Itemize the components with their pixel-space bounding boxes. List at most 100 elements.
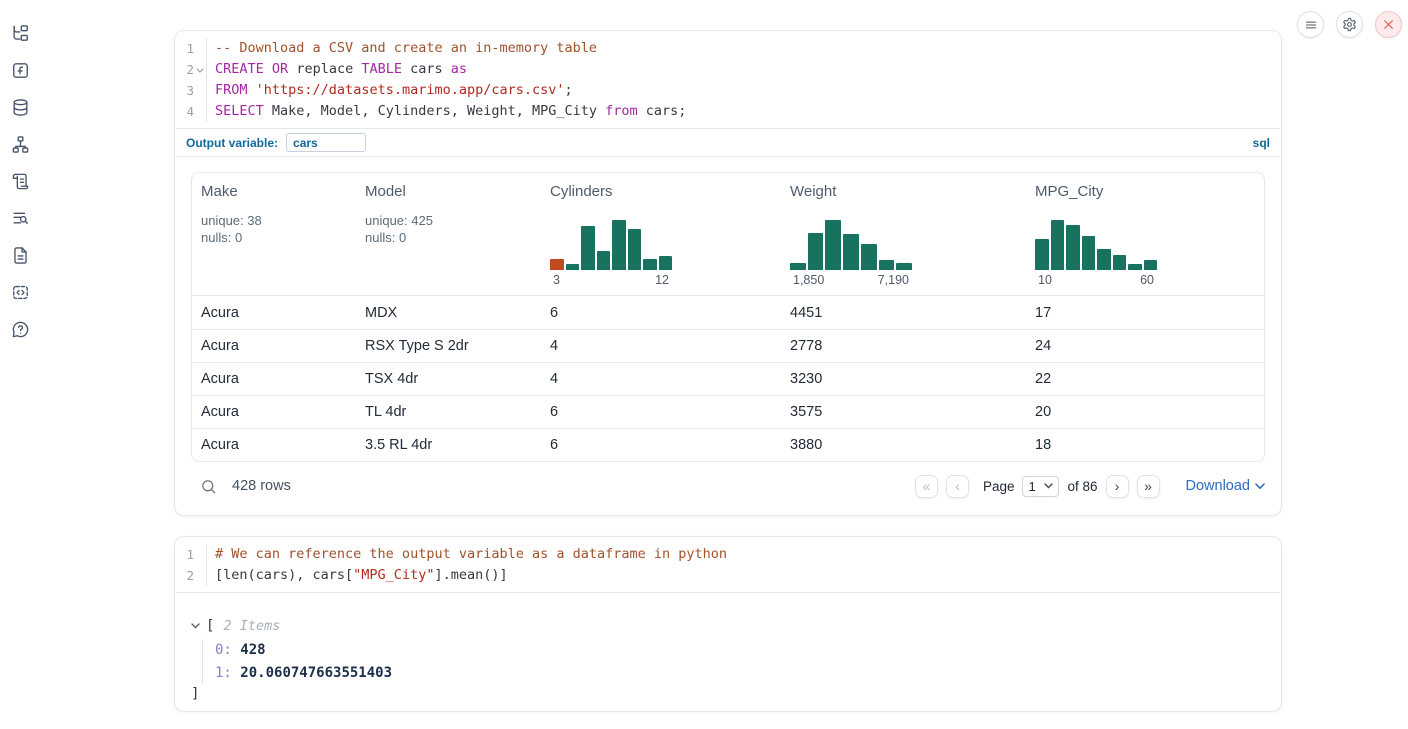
table-cell: TL 4dr bbox=[356, 404, 541, 420]
table-cell: 17 bbox=[1026, 305, 1264, 321]
code-line[interactable]: 2[len(cars), cars["MPG_City"].mean()] bbox=[175, 565, 1281, 586]
column-histogram[interactable] bbox=[1035, 220, 1157, 270]
page-select[interactable]: 1 bbox=[1022, 476, 1059, 497]
summary-stat: unique: 425 bbox=[365, 212, 533, 229]
output-variable-row: Output variable: sql bbox=[175, 128, 1281, 157]
table-cell: Acura bbox=[192, 371, 356, 387]
snippets-icon[interactable] bbox=[10, 282, 30, 302]
output-variable-input[interactable] bbox=[286, 133, 366, 152]
table-body: AcuraMDX6445117AcuraRSX Type S 2dr427782… bbox=[192, 296, 1264, 461]
table-cell: MDX bbox=[356, 305, 541, 321]
table-row[interactable]: AcuraTSX 4dr4323022 bbox=[192, 362, 1264, 395]
code-line[interactable]: 1# We can reference the output variable … bbox=[175, 544, 1281, 565]
output-tree-entries: 0: 4281: 20.060747663551403 bbox=[202, 639, 1265, 684]
column-header-mpg_city[interactable]: MPG_City 10 60 bbox=[1026, 173, 1264, 295]
close-bracket: ] bbox=[191, 684, 1265, 705]
line-number-gutter: 4 bbox=[175, 101, 207, 122]
histogram-bar bbox=[1035, 239, 1049, 270]
column-header-cylinders[interactable]: Cylinders312 bbox=[541, 173, 781, 295]
help-icon[interactable] bbox=[10, 319, 30, 339]
line-number-gutter: 1 bbox=[175, 38, 207, 59]
code-line[interactable]: 1-- Download a CSV and create an in-memo… bbox=[175, 38, 1281, 59]
scratchpad-icon[interactable] bbox=[10, 171, 30, 191]
column-summary: unique: 38nulls: 0 bbox=[201, 212, 348, 246]
documentation-icon[interactable] bbox=[10, 245, 30, 265]
table-cell: 3575 bbox=[781, 404, 1026, 420]
line-number: 4 bbox=[186, 101, 194, 122]
table-row[interactable]: Acura3.5 RL 4dr6388018 bbox=[192, 428, 1264, 461]
menu-button[interactable] bbox=[1297, 11, 1324, 38]
data-table: Makeunique: 38nulls: 0Modelunique: 425nu… bbox=[191, 172, 1265, 462]
histogram-bar bbox=[1097, 249, 1111, 270]
histogram-bar bbox=[896, 263, 912, 271]
column-histogram[interactable] bbox=[790, 220, 912, 270]
python-code-editor[interactable]: 1# We can reference the output variable … bbox=[175, 537, 1281, 593]
column-title[interactable]: MPG_City bbox=[1035, 183, 1256, 200]
line-number-gutter: 1 bbox=[175, 544, 207, 565]
line-number-gutter: 2 bbox=[175, 59, 207, 80]
prev-page-button[interactable]: ‹ bbox=[946, 475, 969, 498]
code-line[interactable]: 2 CREATE OR replace TABLE cars as bbox=[175, 59, 1281, 80]
last-page-button[interactable]: » bbox=[1137, 475, 1160, 498]
column-header-model[interactable]: Modelunique: 425nulls: 0 bbox=[356, 173, 541, 295]
fold-chevron-icon[interactable] bbox=[194, 59, 205, 80]
prev-page-icon: ‹ bbox=[955, 478, 960, 494]
table-row[interactable]: AcuraMDX6445117 bbox=[192, 296, 1264, 329]
column-title[interactable]: Weight bbox=[790, 183, 1018, 200]
histogram-bar bbox=[861, 244, 877, 270]
line-number-gutter: 3 bbox=[175, 80, 207, 101]
code-text: CREATE OR replace TABLE cars as bbox=[207, 59, 467, 80]
axis-max-label: 60 bbox=[1140, 273, 1154, 287]
histogram-bar bbox=[643, 259, 657, 270]
column-title[interactable]: Model bbox=[365, 183, 533, 200]
column-title[interactable]: Make bbox=[201, 183, 348, 200]
axis-max-label: 7,190 bbox=[878, 273, 909, 287]
table-row[interactable]: AcuraTL 4dr6357520 bbox=[192, 395, 1264, 428]
histogram-bar bbox=[1082, 236, 1096, 270]
search-icon[interactable] bbox=[200, 478, 217, 495]
output-tree-root: [ 2 Items bbox=[191, 618, 1265, 634]
entry-index: 1: bbox=[215, 665, 232, 681]
first-page-button[interactable]: « bbox=[915, 475, 938, 498]
chevron-down-icon bbox=[1255, 483, 1265, 490]
table-row[interactable]: AcuraRSX Type S 2dr4277824 bbox=[192, 329, 1264, 362]
logs-icon[interactable] bbox=[10, 208, 30, 228]
shutdown-button[interactable] bbox=[1375, 11, 1402, 38]
dependency-graph-icon[interactable] bbox=[10, 134, 30, 154]
table-cell: 18 bbox=[1026, 437, 1264, 453]
entry-index: 0: bbox=[215, 642, 232, 658]
datasources-icon[interactable] bbox=[10, 97, 30, 117]
code-line[interactable]: 4SELECT Make, Model, Cylinders, Weight, … bbox=[175, 101, 1281, 122]
table-cell: RSX Type S 2dr bbox=[356, 338, 541, 354]
column-header-weight[interactable]: Weight 1,850 7,190 bbox=[781, 173, 1026, 295]
download-button[interactable]: Download bbox=[1186, 478, 1266, 494]
line-number: 1 bbox=[186, 38, 194, 59]
histogram-bar bbox=[843, 234, 859, 271]
column-header-make[interactable]: Make unique: 38nulls: 0 bbox=[192, 173, 356, 295]
chevron-down-icon bbox=[1044, 483, 1053, 489]
column-histogram[interactable] bbox=[550, 220, 672, 270]
notebook-actions bbox=[1297, 11, 1402, 38]
axis-min-label: 10 bbox=[1038, 273, 1052, 287]
open-bracket: [ bbox=[206, 618, 214, 634]
page-select-value: 1 bbox=[1028, 479, 1035, 494]
code-text: # We can reference the output variable a… bbox=[207, 544, 727, 565]
line-number: 2 bbox=[186, 59, 194, 80]
histogram-bar bbox=[790, 263, 806, 271]
axis-min-label: 1,850 bbox=[793, 273, 824, 287]
python-cell: 1# We can reference the output variable … bbox=[174, 536, 1282, 712]
next-page-button[interactable]: › bbox=[1106, 475, 1129, 498]
histogram-bar bbox=[581, 226, 595, 270]
functions-icon[interactable] bbox=[10, 60, 30, 80]
collapse-chevron-icon[interactable] bbox=[191, 623, 200, 629]
file-tree-icon[interactable] bbox=[10, 23, 30, 43]
column-title[interactable]: Cylinders bbox=[550, 183, 773, 200]
summary-stat: unique: 38 bbox=[201, 212, 348, 229]
code-line[interactable]: 3FROM 'https://datasets.marimo.app/cars.… bbox=[175, 80, 1281, 101]
sql-code-editor[interactable]: 1-- Download a CSV and create an in-memo… bbox=[175, 31, 1281, 128]
table-cell: 4 bbox=[541, 338, 781, 354]
table-cell: 2778 bbox=[781, 338, 1026, 354]
table-footer: 428 rows « ‹ Page 1 of 86 › » Download bbox=[175, 462, 1281, 510]
table-cell: 22 bbox=[1026, 371, 1264, 387]
settings-button[interactable] bbox=[1336, 11, 1363, 38]
